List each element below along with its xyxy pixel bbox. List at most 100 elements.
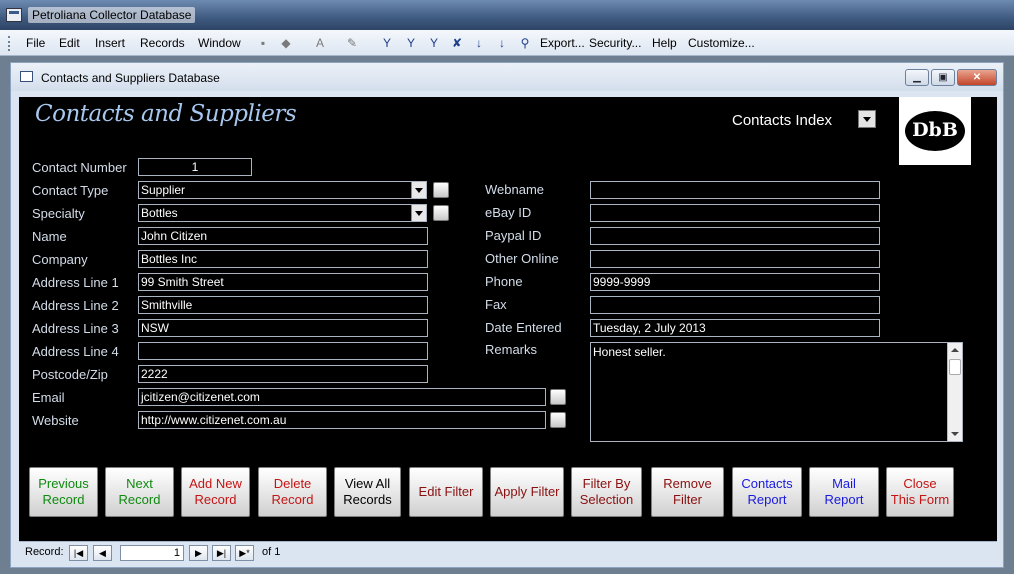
other-online-field[interactable]: [590, 250, 880, 268]
apply-filter-button[interactable]: Apply Filter: [490, 467, 564, 517]
button-label: Close: [903, 476, 937, 491]
next-record-button[interactable]: Next Record: [105, 467, 174, 517]
close-icon[interactable]: ✕: [957, 69, 997, 86]
menu-records[interactable]: Records: [140, 36, 185, 50]
record-number-input[interactable]: 1: [120, 545, 184, 561]
edit-filter-button[interactable]: Edit Filter: [409, 467, 483, 517]
remove-filter-icon[interactable]: ✘: [449, 35, 465, 51]
button-label: Mail: [832, 476, 856, 491]
contact-type-combo[interactable]: Supplier: [138, 181, 427, 199]
remarks-textarea[interactable]: Honest seller.: [590, 342, 963, 442]
menu-help[interactable]: Help: [652, 36, 677, 50]
contacts-form: Contacts and Suppliers Contacts Index Db…: [19, 97, 997, 541]
minimize-icon[interactable]: ▁: [905, 69, 929, 86]
chevron-down-icon[interactable]: [411, 205, 426, 221]
fill-color-icon[interactable]: ◆: [278, 35, 294, 51]
first-record-icon[interactable]: |◀: [69, 545, 88, 561]
button-label: Selection: [579, 492, 634, 507]
label-postcode: Postcode/Zip: [32, 367, 108, 382]
maximize-icon[interactable]: ▣: [931, 69, 955, 86]
logo: DbB: [899, 97, 971, 165]
add-new-record-button[interactable]: Add New Record: [181, 467, 250, 517]
scroll-up-icon[interactable]: [951, 348, 959, 352]
menu-security[interactable]: Security...: [589, 36, 641, 50]
sort-ascending-icon[interactable]: ↓: [471, 35, 487, 51]
specialty-edit-button[interactable]: [433, 205, 449, 221]
delete-record-button[interactable]: Delete Record: [258, 467, 327, 517]
button-label: Delete: [273, 476, 312, 491]
menu-insert[interactable]: Insert: [95, 36, 125, 50]
button-label: Contacts: [741, 476, 793, 491]
new-record-icon[interactable]: ▶*: [235, 545, 254, 561]
email-field[interactable]: jcitizen@citizenet.com: [138, 388, 546, 406]
button-label: Record: [194, 492, 237, 507]
label-specialty: Specialty: [32, 206, 85, 221]
record-navigation-bar: Record: |◀ ◀ 1 ▶ ▶| ▶* of 1: [19, 541, 997, 563]
filter-form-icon[interactable]: Y: [426, 35, 442, 51]
label-remarks: Remarks: [485, 342, 538, 357]
label-address2: Address Line 2: [32, 298, 119, 313]
website-field[interactable]: http://www.citizenet.com.au: [138, 411, 546, 429]
toolbar-grip-icon[interactable]: [8, 36, 11, 51]
label-other-online: Other Online: [485, 251, 559, 266]
company-field[interactable]: Bottles Inc: [138, 250, 428, 268]
chevron-down-icon[interactable]: [411, 182, 426, 198]
contacts-report-button[interactable]: Contacts Report: [732, 467, 802, 517]
postcode-field[interactable]: 2222: [138, 365, 428, 383]
filter-icon[interactable]: Y: [379, 35, 395, 51]
save-icon[interactable]: ▪: [255, 35, 271, 51]
app-title: Petroliana Collector Database: [28, 7, 196, 23]
line-color-icon[interactable]: ✎: [344, 35, 360, 51]
label-address3: Address Line 3: [32, 321, 119, 336]
menu-customize[interactable]: Customize...: [688, 36, 755, 50]
button-label: Record: [118, 492, 161, 507]
previous-record-button[interactable]: Previous Record: [29, 467, 98, 517]
address4-field[interactable]: [138, 342, 428, 360]
contacts-index-dropdown[interactable]: [858, 110, 876, 128]
scroll-down-icon[interactable]: [951, 432, 959, 436]
email-send-button[interactable]: [550, 389, 566, 405]
menu-window[interactable]: Window: [198, 36, 241, 50]
address3-field[interactable]: NSW: [138, 319, 428, 337]
paypal-id-field[interactable]: [590, 227, 880, 245]
website-open-button[interactable]: [550, 412, 566, 428]
last-record-icon[interactable]: ▶|: [212, 545, 231, 561]
webname-field[interactable]: [590, 181, 880, 199]
sort-descending-icon[interactable]: ↓: [494, 35, 510, 51]
mail-report-button[interactable]: Mail Report: [809, 467, 879, 517]
remarks-scrollbar[interactable]: [947, 343, 962, 441]
close-form-button[interactable]: Close This Form: [886, 467, 954, 517]
font-color-icon[interactable]: A: [312, 35, 328, 51]
address1-field[interactable]: 99 Smith Street: [138, 273, 428, 291]
ebay-id-field[interactable]: [590, 204, 880, 222]
button-label: Record: [271, 492, 314, 507]
phone-field[interactable]: 9999-9999: [590, 273, 880, 291]
menu-export[interactable]: Export...: [540, 36, 585, 50]
address2-field[interactable]: Smithville: [138, 296, 428, 314]
name-field[interactable]: John Citizen: [138, 227, 428, 245]
button-label: Filter By: [582, 476, 631, 491]
button-label: This Form: [890, 492, 950, 507]
view-all-records-button[interactable]: View All Records: [334, 467, 401, 517]
contact-number-field[interactable]: 1: [138, 158, 252, 176]
label-paypal: Paypal ID: [485, 228, 542, 243]
fax-field[interactable]: [590, 296, 880, 314]
previous-record-icon[interactable]: ◀: [93, 545, 112, 561]
menu-edit[interactable]: Edit: [59, 36, 80, 50]
record-count: of 1: [262, 546, 281, 558]
app-title-bar: Petroliana Collector Database: [0, 0, 1014, 30]
remove-filter-button[interactable]: Remove Filter: [651, 467, 724, 517]
find-icon[interactable]: ⚲: [517, 35, 533, 51]
contacts-index-label: Contacts Index: [732, 112, 833, 129]
form-icon: [20, 71, 33, 82]
specialty-combo[interactable]: Bottles: [138, 204, 427, 222]
menu-file[interactable]: File: [26, 36, 45, 50]
filter-by-selection-button[interactable]: Filter By Selection: [571, 467, 642, 517]
date-entered-field[interactable]: Tuesday, 2 July 2013: [590, 319, 880, 337]
filter-selection-icon[interactable]: Y: [403, 35, 419, 51]
scroll-thumb[interactable]: [949, 359, 961, 375]
next-record-icon[interactable]: ▶: [189, 545, 208, 561]
contact-type-edit-button[interactable]: [433, 182, 449, 198]
button-label: Edit Filter: [418, 484, 474, 499]
button-label: View All: [344, 476, 391, 491]
